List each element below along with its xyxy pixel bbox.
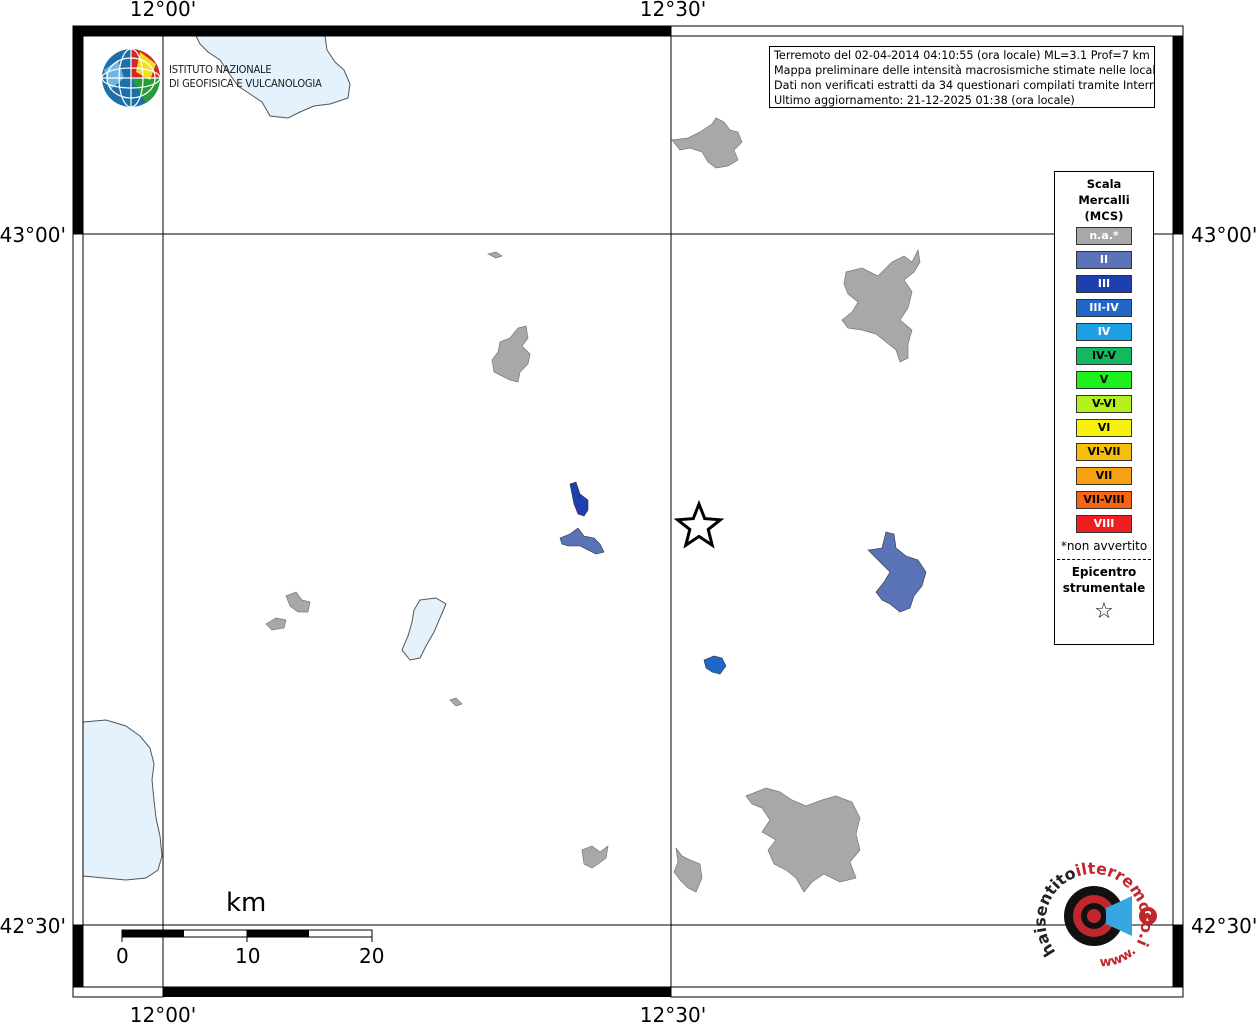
scale-tick-10: 10 (235, 944, 261, 968)
info-line-2: Mappa preliminare delle intensità macros… (774, 64, 1155, 77)
scale-tick-20: 20 (359, 944, 385, 968)
lon-label-bottom-1: 12°00' (130, 1003, 196, 1024)
legend-item: VI (1076, 419, 1132, 437)
lat-label-right-1: 43°00' (1191, 223, 1256, 247)
legend-item: VI-VII (1076, 443, 1132, 461)
legend-item: V (1076, 371, 1132, 389)
legend-epicenter-line-2: strumentale (1062, 581, 1146, 595)
lat-label-left-1: 43°00' (0, 223, 66, 247)
lat-label-left-2: 42°30' (0, 914, 66, 938)
legend-divider (1057, 559, 1151, 560)
legend-item: III (1076, 275, 1132, 293)
legend-item: IV (1076, 323, 1132, 341)
info-line-4: Ultimo aggiornamento: 21-12-2025 01:38 (… (774, 94, 1075, 107)
legend-item: II (1076, 251, 1132, 269)
legend-item: VII-VIII (1076, 491, 1132, 509)
lat-label-right-2: 42°30' (1191, 914, 1256, 938)
info-line-3: Dati non verificati estratti da 34 quest… (774, 79, 1155, 92)
legend-star-icon: ☆ (1094, 599, 1114, 624)
legend-item: VIII (1076, 515, 1132, 533)
legend-epicenter-label: Epicentro strumentale (1055, 564, 1153, 596)
legend-item: V-VI (1076, 395, 1132, 413)
legend-title-line-1: Scala (1086, 177, 1122, 191)
legend-title-line-3: (MCS) (1084, 209, 1124, 223)
scale-tick-0: 0 (116, 944, 129, 968)
legend-item: VII (1076, 467, 1132, 485)
ingv-line-2: DI GEOFISICA E VULCANOLOGIA (169, 77, 322, 90)
lon-label-top-2: 12°30' (640, 0, 706, 21)
info-line-1: Terremoto del 02-04-2014 04:10:55 (ora l… (774, 49, 1150, 62)
legend-item: IV-V (1076, 347, 1132, 365)
ingv-logo-text: ISTITUTO NAZIONALE DI GEOFISICA E VULCAN… (169, 63, 322, 91)
ingv-line-1: ISTITUTO NAZIONALE (169, 63, 272, 76)
legend-title-line-2: Mercalli (1078, 193, 1130, 207)
legend-note: *non avvertito (1060, 539, 1148, 553)
lon-label-bottom-2: 12°30' (640, 1003, 706, 1024)
legend-item: III-IV (1076, 299, 1132, 317)
legend-epicenter-line-1: Epicentro (1071, 565, 1137, 579)
scale-unit: km (226, 888, 267, 918)
event-info-box: Terremoto del 02-04-2014 04:10:55 (ora l… (769, 46, 1155, 108)
ingv-globe-icon (101, 48, 161, 108)
legend-items: n.a.* II III III-IV IV IV-V V V-VI VI VI-VII VII VI… (1055, 227, 1153, 533)
legend-title: Scala Mercalli (MCS) (1055, 176, 1153, 224)
lon-label-top-1: 12°00' (130, 0, 196, 21)
legend: Scala Mercalli (MCS) n.a.* II III III-IV IV I… (1054, 171, 1154, 645)
legend-item: n.a.* (1076, 227, 1132, 245)
